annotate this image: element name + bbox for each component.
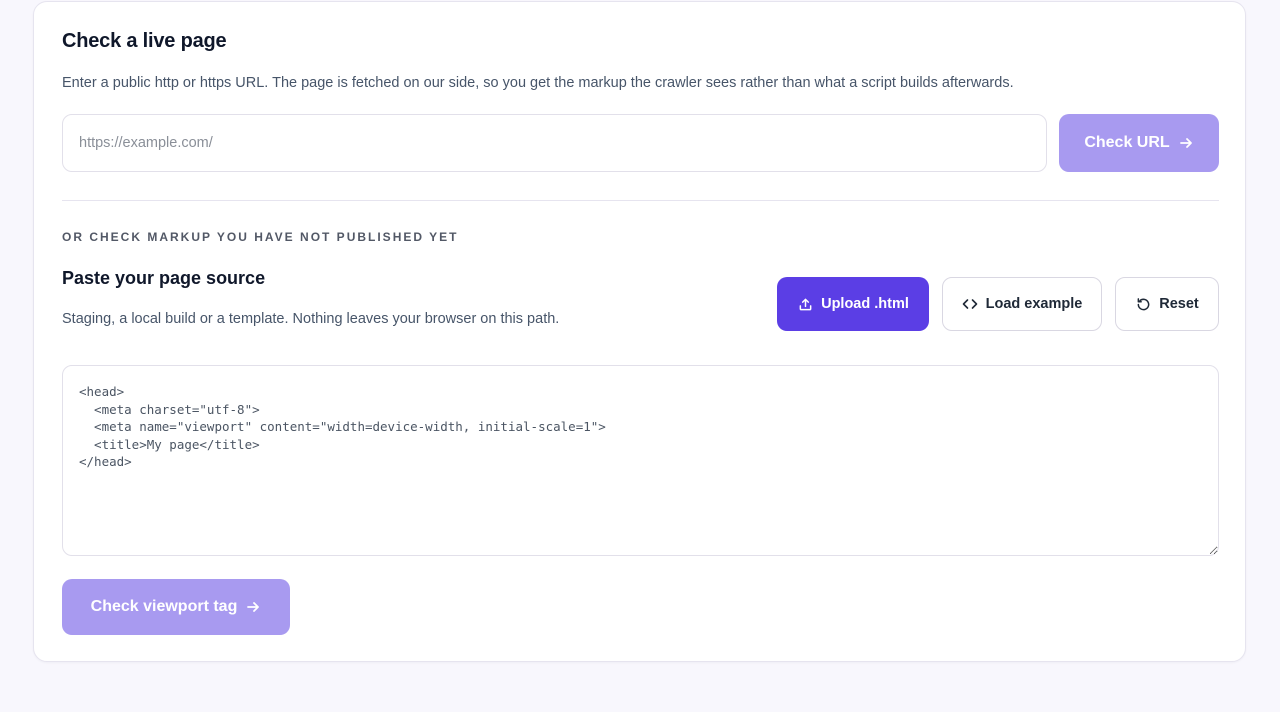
reset-button[interactable]: Reset <box>1115 277 1219 331</box>
source-check-title: Paste your page source <box>62 268 266 288</box>
source-check-description: Staging, a local build or a template. No… <box>62 311 560 327</box>
check-viewport-button[interactable]: Check viewport tag <box>62 579 290 635</box>
url-input[interactable] <box>62 114 1047 172</box>
code-brackets-icon <box>962 296 978 312</box>
live-check-description: Enter a public http or https URL. The pa… <box>62 75 1014 91</box>
upload-icon <box>797 296 813 312</box>
live-check-title: Check a live page <box>62 30 227 52</box>
load-example-label: Load example <box>985 296 1083 312</box>
page-source-textarea[interactable]: <head> <meta charset="utf-8"> <meta name… <box>62 365 1219 556</box>
reset-label: Reset <box>1159 296 1199 312</box>
arrow-right-icon <box>1178 135 1194 151</box>
check-url-button[interactable]: Check URL <box>1059 114 1219 172</box>
section-divider <box>62 200 1219 201</box>
reset-icon <box>1135 296 1151 312</box>
load-example-button[interactable]: Load example <box>942 277 1102 331</box>
check-viewport-label: Check viewport tag <box>90 598 238 615</box>
check-url-label: Check URL <box>1084 134 1170 151</box>
checker-card: Check a live page Enter a public http or… <box>33 1 1246 662</box>
arrow-right-icon <box>245 599 261 615</box>
upload-html-button[interactable]: Upload .html <box>777 277 929 331</box>
upload-html-label: Upload .html <box>821 296 909 312</box>
source-check-eyebrow: OR CHECK MARKUP YOU HAVE NOT PUBLISHED Y… <box>62 230 459 244</box>
